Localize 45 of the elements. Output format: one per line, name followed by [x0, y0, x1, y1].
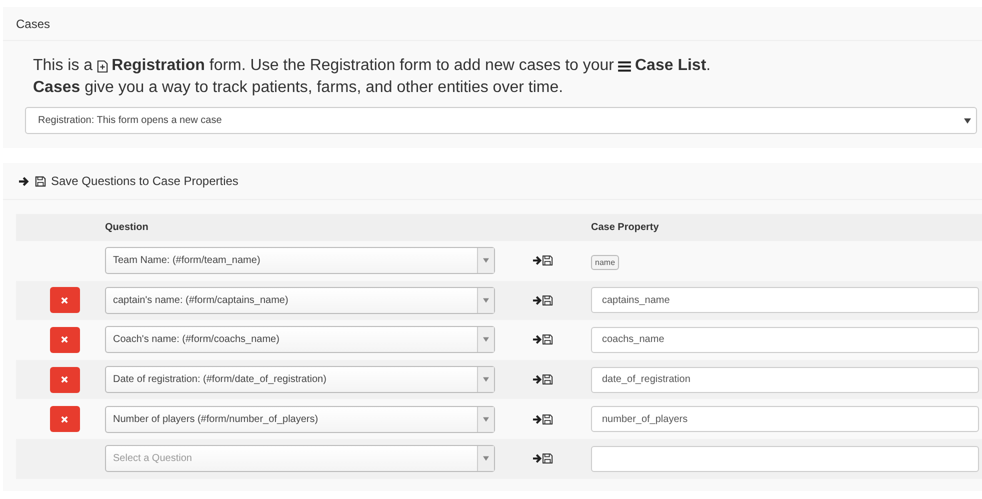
panel-title: Cases	[16, 16, 50, 30]
file-plus-icon	[96, 60, 108, 72]
caret-icon	[964, 118, 971, 124]
caret-icon	[483, 337, 489, 342]
floppy-disk-icon	[35, 176, 46, 186]
arrow-save-icon	[533, 414, 553, 425]
caret-icon	[483, 456, 489, 462]
question-select[interactable]: Date of registration: (#form/date_of_registration)	[105, 366, 495, 394]
intro-text: Case List.	[635, 56, 711, 76]
arrow-save-icon	[533, 453, 553, 464]
property-field[interactable]: coachs_name	[591, 326, 979, 353]
close-icon	[61, 416, 68, 423]
property-label: name	[591, 254, 620, 270]
question-select[interactable]: Number of players (#form/number_of_players)	[105, 406, 495, 433]
column-header: Question	[105, 222, 148, 233]
close-icon	[61, 376, 68, 384]
delete-button[interactable]	[50, 406, 80, 432]
arrow-save-icon	[533, 255, 553, 266]
property-field[interactable]	[591, 446, 979, 472]
delete-button[interactable]	[50, 366, 80, 393]
property-field[interactable]: date_of_registration	[591, 366, 979, 393]
delete-button[interactable]	[50, 287, 80, 314]
question-select[interactable]: Coach's name: (#form/coachs_name)	[105, 326, 495, 354]
caret-icon	[483, 377, 489, 382]
caret-icon	[483, 298, 489, 303]
description-text: Cases give you a way to track patients, farms, and other entities over time.	[33, 78, 564, 98]
intro-text: This is a	[33, 56, 93, 76]
intro-text: Registration form. Use the Registration form to add new cases to your	[112, 56, 614, 76]
close-icon	[61, 296, 68, 304]
arrow-save-icon	[533, 294, 553, 306]
delete-button[interactable]	[50, 326, 80, 353]
property-field[interactable]: number_of_players	[591, 406, 979, 432]
close-icon	[61, 336, 68, 344]
column-header: Case Property	[591, 222, 659, 233]
property-field[interactable]: captains_name	[591, 287, 979, 314]
question-select[interactable]: captain's name: (#form/captains_name)	[105, 286, 495, 314]
caret-icon	[483, 258, 489, 264]
caret-icon	[483, 416, 489, 422]
arrow-right-icon	[19, 176, 30, 186]
arrow-save-icon	[533, 374, 553, 386]
panel-title: Save Questions to Case Properties	[51, 174, 238, 188]
question-select[interactable]: Team Name: (#form/team_name)	[105, 247, 495, 274]
form-type-select[interactable]: Registration: This form opens a new case	[25, 107, 977, 134]
arrow-save-icon	[533, 334, 553, 346]
list-icon	[618, 60, 631, 72]
